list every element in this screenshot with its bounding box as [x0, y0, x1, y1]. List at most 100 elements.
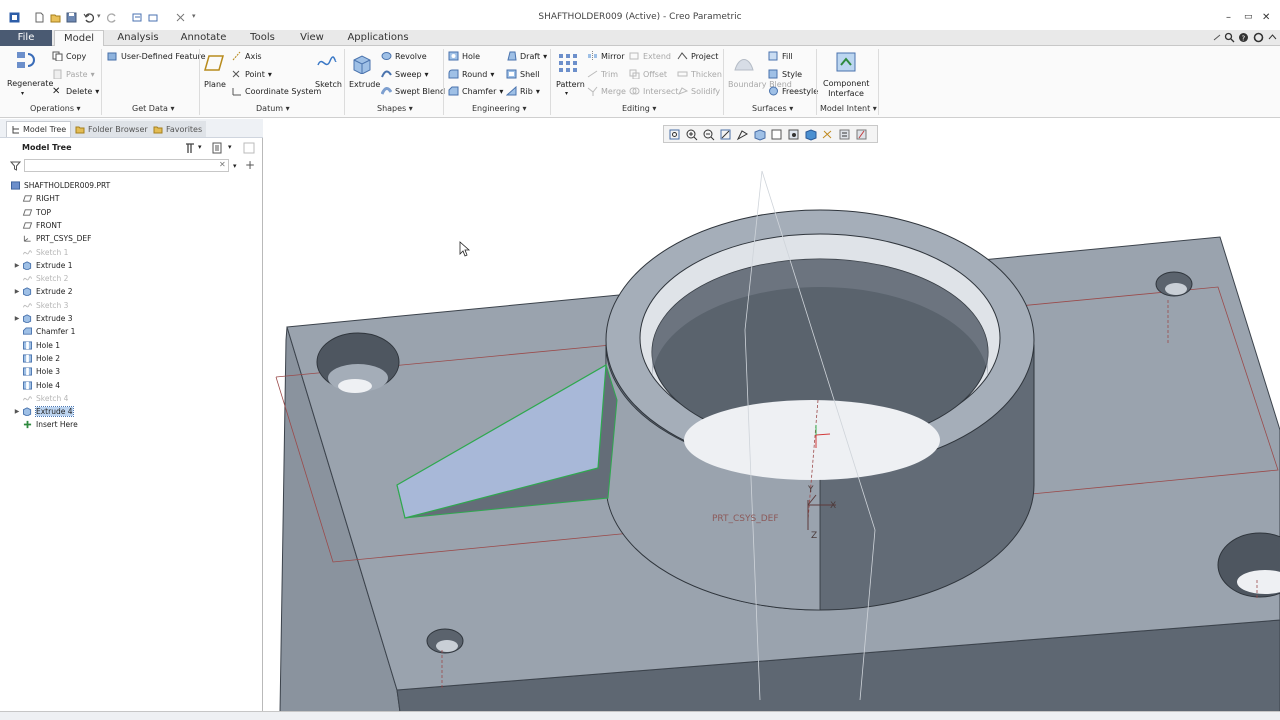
section-icon[interactable] [804, 128, 817, 141]
regenerate-button[interactable]: Regenerate [7, 79, 53, 88]
settings-icon[interactable] [1253, 32, 1264, 43]
regenerate-dropdown-icon[interactable]: ▾ [21, 90, 24, 97]
mirror-button[interactable]: Mirror [587, 51, 625, 61]
tree-item[interactable]: Chamfer 1 [12, 325, 75, 338]
expand-arrow-icon[interactable]: ▶ [12, 288, 22, 295]
pattern-button[interactable]: Pattern [556, 80, 585, 89]
zoom-in-icon[interactable] [685, 128, 698, 141]
show-columns-icon[interactable] [212, 142, 223, 154]
tab-tools[interactable]: Tools [240, 30, 285, 46]
tab-favorites[interactable]: Favorites [149, 121, 207, 137]
tree-item[interactable]: RIGHT [12, 192, 59, 205]
tab-folder-browser[interactable]: Folder Browser [71, 121, 152, 137]
sweep-button[interactable]: Sweep ▾ [381, 69, 429, 79]
tab-analysis[interactable]: Analysis [112, 30, 164, 46]
add-filter-icon[interactable]: + [245, 158, 255, 172]
show-dropdown-icon[interactable]: ▾ [228, 143, 232, 151]
tab-file[interactable]: File [0, 30, 52, 46]
expand-arrow-icon[interactable]: ▶ [12, 315, 22, 322]
axis-button[interactable]: Axis [231, 51, 262, 61]
draft-button[interactable]: Draft ▾ [506, 51, 547, 61]
tree-settings-icon[interactable] [184, 142, 196, 154]
perspective-icon[interactable] [736, 128, 749, 141]
tree-item[interactable]: Hole 1 [12, 339, 60, 352]
display-style-icon[interactable] [753, 128, 766, 141]
point-button[interactable]: Point ▾ [231, 69, 272, 79]
help-icon[interactable]: ? [1238, 32, 1249, 43]
tree-item[interactable]: ▶ Extrude 3 [12, 312, 73, 325]
group-editing[interactable]: Editing ▾ [622, 104, 656, 113]
tree-item[interactable]: Sketch 1 [12, 246, 68, 259]
annotation-display-icon[interactable] [838, 128, 851, 141]
datum-display-icon[interactable] [821, 128, 834, 141]
tree-item[interactable]: Sketch 4 [12, 392, 68, 405]
close-button[interactable]: ✕ [1262, 12, 1270, 23]
extrude-button[interactable]: Extrude [349, 80, 380, 89]
style-button[interactable]: Style [768, 69, 802, 79]
paste-button[interactable]: Paste ▾ [52, 69, 95, 79]
minimize-button[interactable]: – [1226, 12, 1231, 23]
thicken-button[interactable]: Thicken [677, 69, 722, 79]
extend-button[interactable]: Extend [629, 51, 671, 61]
group-operations[interactable]: Operations ▾ [30, 104, 81, 113]
coordinate-system-button[interactable]: Coordinate System [231, 86, 321, 96]
tree-item[interactable]: Sketch 2 [12, 272, 68, 285]
tree-filter-icon[interactable] [243, 142, 255, 154]
search-dropdown-icon[interactable]: ▾ [233, 162, 237, 170]
solidify-button[interactable]: Solidify [677, 86, 720, 96]
tree-item[interactable]: SHAFTHOLDER009.PRT [8, 179, 110, 192]
group-model-intent[interactable]: Model Intent ▾ [820, 104, 877, 113]
copy-button[interactable]: Copy [52, 51, 86, 61]
tab-view[interactable]: View [293, 30, 331, 46]
tab-annotate[interactable]: Annotate [176, 30, 231, 46]
intersect-button[interactable]: Intersect [629, 86, 678, 96]
group-shapes[interactable]: Shapes ▾ [377, 104, 413, 113]
freestyle-button[interactable]: Freestyle [768, 86, 818, 96]
tree-item[interactable]: PRT_CSYS_DEF [12, 232, 91, 245]
tree-item[interactable]: Hole 2 [12, 352, 60, 365]
udf-button[interactable]: User-Defined Feature [107, 51, 206, 61]
round-button[interactable]: Round ▾ [448, 69, 494, 79]
tree-item[interactable]: ▶ Extrude 1 [12, 259, 73, 272]
fill-button[interactable]: Fill [768, 51, 793, 61]
delete-button[interactable]: ✕ Delete ▾ [52, 86, 99, 97]
tree-item[interactable]: TOP [12, 206, 51, 219]
collapse-ribbon-icon[interactable] [1267, 32, 1278, 43]
spin-center-icon[interactable] [855, 128, 868, 141]
tree-item[interactable]: Insert Here [12, 418, 78, 431]
group-engineering[interactable]: Engineering ▾ [472, 104, 527, 113]
tab-model-tree[interactable]: Model Tree [6, 121, 72, 137]
repaint-icon[interactable] [719, 128, 732, 141]
plane-button[interactable]: Plane [204, 80, 226, 89]
graphics-viewport[interactable]: PRT_CSYS_DEF Y X Z [264, 119, 1280, 712]
group-get-data[interactable]: Get Data ▾ [132, 104, 174, 113]
tree-item[interactable]: FRONT [12, 219, 62, 232]
tree-item[interactable]: ▶ Extrude 4 [12, 405, 74, 418]
rib-button[interactable]: Rib ▾ [506, 86, 540, 96]
pattern-dropdown-icon[interactable]: ▾ [565, 90, 568, 97]
tree-item[interactable]: Hole 3 [12, 365, 60, 378]
tree-item[interactable]: Sketch 3 [12, 299, 68, 312]
merge-button[interactable]: Merge [587, 86, 626, 96]
view-manager-icon[interactable] [787, 128, 800, 141]
group-surfaces[interactable]: Surfaces ▾ [752, 104, 793, 113]
refit-icon[interactable] [668, 128, 681, 141]
component-interface-button[interactable]: Component Interface [823, 79, 869, 99]
shell-button[interactable]: Shell [506, 69, 540, 79]
revolve-button[interactable]: Revolve [381, 51, 427, 61]
clear-search-icon[interactable]: ✕ [219, 160, 226, 169]
maximize-button[interactable]: ▭ [1244, 12, 1253, 22]
pin-ribbon-icon[interactable] [1212, 33, 1222, 43]
tree-item[interactable]: Hole 4 [12, 379, 60, 392]
offset-button[interactable]: Offset [629, 69, 667, 79]
zoom-out-icon[interactable] [702, 128, 715, 141]
chamfer-button[interactable]: Chamfer ▾ [448, 86, 503, 96]
group-datum[interactable]: Datum ▾ [256, 104, 290, 113]
expand-arrow-icon[interactable]: ▶ [12, 408, 22, 415]
tree-settings-dropdown-icon[interactable]: ▾ [198, 143, 202, 151]
expand-arrow-icon[interactable]: ▶ [12, 262, 22, 269]
project-button[interactable]: Project [677, 51, 718, 61]
search-icon[interactable] [1224, 32, 1235, 43]
swept-blend-button[interactable]: Swept Blend [381, 86, 445, 96]
tab-applications[interactable]: Applications [340, 30, 416, 46]
